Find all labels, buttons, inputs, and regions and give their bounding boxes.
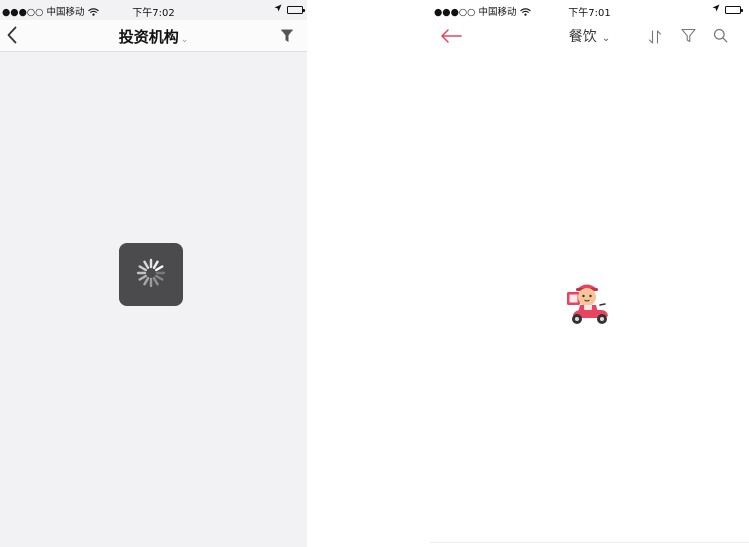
activity-spinner-icon <box>133 255 169 295</box>
battery-icon <box>725 5 743 14</box>
status-time: 下午7:01 <box>568 8 611 19</box>
page-title[interactable]: 投资机构 ⌄ <box>0 26 307 47</box>
filter-button[interactable] <box>281 28 293 47</box>
category-title[interactable]: 餐饮 ⌄ <box>430 26 749 46</box>
spinner-spoke <box>143 260 150 269</box>
location-arrow-icon <box>274 4 282 15</box>
filled-funnel-icon <box>281 28 293 47</box>
bottom-divider <box>430 542 749 543</box>
chevron-down-icon: ⌄ <box>180 35 189 45</box>
status-bar: ●●●○○ 中国移动 下午7:02 <box>0 0 307 20</box>
search-icon <box>713 28 728 47</box>
search-button[interactable] <box>713 28 728 47</box>
filter-button[interactable] <box>681 28 696 47</box>
status-bar: ●●●○○ 中国移动 下午7:01 <box>430 0 749 20</box>
loading-mascot <box>565 275 611 327</box>
spinner-spoke <box>152 260 159 269</box>
delivery-scooter-mascot-icon <box>565 284 611 331</box>
funnel-outline-icon <box>681 28 696 47</box>
battery-icon <box>287 5 305 14</box>
status-time: 下午7:02 <box>132 8 175 19</box>
spinner-spoke <box>138 274 148 281</box>
right-screen: ●●●○○ 中国移动 下午7:01 餐饮 ⌄ <box>430 0 749 547</box>
nav-bar: 餐饮 ⌄ <box>430 20 749 52</box>
location-arrow-icon <box>712 4 720 15</box>
sort-button[interactable] <box>648 29 662 48</box>
loading-indicator <box>119 243 183 306</box>
spinner-spoke <box>138 264 148 271</box>
spinner-spoke <box>143 276 150 285</box>
nav-bar: 投资机构 ⌄ <box>0 20 307 52</box>
spinner-spoke <box>154 274 164 281</box>
left-screen: ●●●○○ 中国移动 下午7:02 投资机构 ⌄ <box>0 0 307 547</box>
spinner-spoke <box>154 264 164 271</box>
sort-arrows-icon <box>648 29 662 48</box>
spinner-spoke <box>152 276 159 285</box>
chevron-down-icon: ⌄ <box>598 33 611 44</box>
